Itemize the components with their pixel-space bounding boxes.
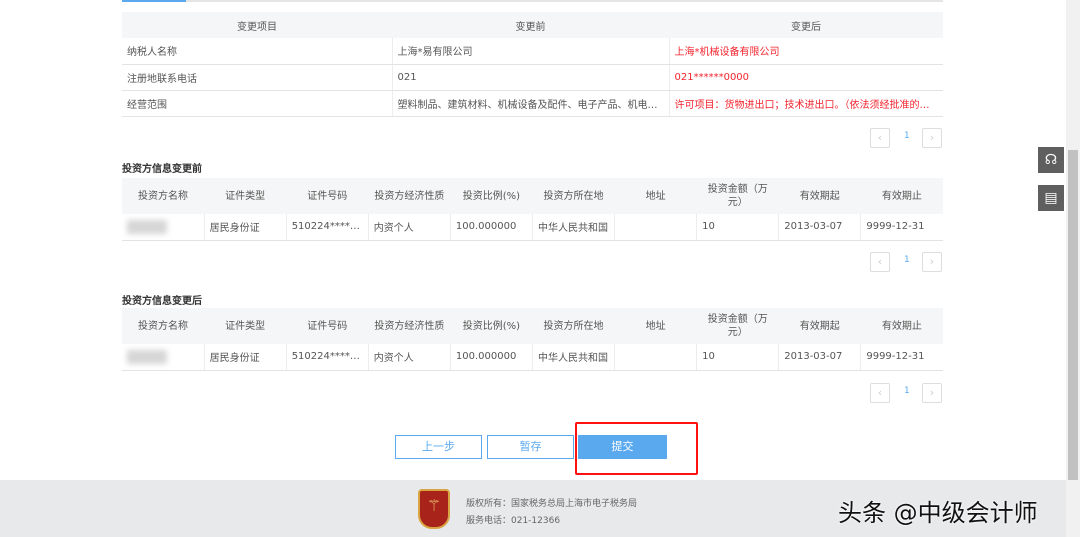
- col-header: 地址: [614, 308, 697, 344]
- col-header: 有效期止: [860, 178, 943, 214]
- cell: 居民身份证: [204, 344, 287, 371]
- page-number[interactable]: 1: [904, 131, 910, 141]
- previous-step-button[interactable]: 上一步: [395, 435, 482, 459]
- col-header: 有效期起: [778, 308, 861, 344]
- pagination: ‹ 1 ›: [870, 128, 943, 148]
- cell: [614, 214, 698, 241]
- col-header: 投资方经济性质: [368, 308, 451, 344]
- col-header: 投资金额（万元）: [696, 178, 779, 214]
- cell: 10: [696, 344, 780, 371]
- cell: [614, 344, 698, 371]
- tax-logo: ⚚: [418, 489, 450, 529]
- col-header: 证件类型: [204, 178, 287, 214]
- cell: 上海*机械设备有限公司: [669, 38, 943, 65]
- col-header: 变更前: [392, 12, 669, 38]
- footer: ⚚ 版权所有：国家税务总局上海市电子税务局 服务电话：021-12366 头条 …: [0, 480, 1066, 537]
- cell: 510224*******...: [286, 344, 369, 371]
- col-header: 变更后: [669, 12, 943, 38]
- table-row: 注册地联系电话 021 021******0000: [122, 64, 943, 91]
- col-header: 投资比例(%): [450, 308, 533, 344]
- col-header: 证件类型: [204, 308, 287, 344]
- book-icon[interactable]: ▤: [1038, 185, 1064, 211]
- cell: 中华人民共和国: [532, 344, 616, 371]
- next-page-button[interactable]: ›: [922, 383, 942, 403]
- headset-icon[interactable]: ☊: [1038, 147, 1064, 173]
- table-row: 纳税人名称 上海*易有限公司 上海*机械设备有限公司: [122, 38, 943, 65]
- col-header: 投资方经济性质: [368, 178, 451, 214]
- cell: 100.000000: [450, 214, 533, 241]
- col-header: 证件号码: [286, 178, 369, 214]
- col-header: 有效期起: [778, 178, 861, 214]
- copyright-text: 版权所有：国家税务总局上海市电子税务局: [466, 499, 638, 509]
- cell: 10: [696, 214, 780, 241]
- cell: 上海*易有限公司: [392, 38, 670, 65]
- cell: [122, 344, 205, 371]
- col-header: 投资金额（万元）: [696, 308, 779, 344]
- cell: 注册地联系电话: [122, 64, 393, 91]
- investor-after-table: 投资方名称 证件类型 证件号码 投资方经济性质 投资比例(%) 投资方所在地 地址 投资金额（…: [122, 308, 943, 371]
- change-table: 变更项目 变更前 变更后 纳税人名称 上海*易有限公司 上海*机械设备有限公司 注册地联…: [122, 12, 943, 117]
- cell: 许可项目：货物进出口；技术进出口。（依法须经批准的项...: [669, 90, 943, 117]
- col-header: 地址: [614, 178, 697, 214]
- cell: 中华人民共和国: [532, 214, 616, 241]
- prev-page-button[interactable]: ‹: [870, 128, 890, 148]
- page-number[interactable]: 1: [904, 386, 910, 396]
- col-header: 投资方名称: [122, 308, 205, 344]
- col-header: 有效期止: [860, 308, 943, 344]
- cell: 纳税人名称: [122, 38, 393, 65]
- cell: 2013-03-07: [778, 214, 862, 241]
- page-number[interactable]: 1: [904, 255, 910, 265]
- save-draft-button[interactable]: 暂存: [487, 435, 574, 459]
- cell: 塑料制品、建筑材料、机械设备及配件、电子产品、机电设...: [392, 90, 670, 117]
- cell: 经营范围: [122, 90, 393, 117]
- scrollbar-thumb[interactable]: [1068, 150, 1078, 480]
- cell: 100.000000: [450, 344, 533, 371]
- col-header: 投资方所在地: [532, 308, 615, 344]
- next-page-button[interactable]: ›: [922, 128, 942, 148]
- col-header: 投资比例(%): [450, 178, 533, 214]
- col-header: 投资方名称: [122, 178, 205, 214]
- scrollbar[interactable]: [1066, 0, 1080, 537]
- next-page-button[interactable]: ›: [922, 252, 942, 272]
- section-title: 投资方信息变更前: [122, 164, 202, 175]
- pagination: ‹ 1 ›: [870, 383, 943, 403]
- service-phone: 服务电话：021-12366: [466, 516, 561, 526]
- prev-page-button[interactable]: ‹: [870, 383, 890, 403]
- redacted-name: [127, 219, 167, 234]
- table-row: 居民身份证 510224*******... 内资个人 100.000000 中华人民共…: [122, 344, 943, 371]
- table-row: 居民身份证 510224*******... 内资个人 100.000000 中华人民共…: [122, 214, 943, 241]
- watermark: 头条 @中级会计师: [838, 499, 1038, 527]
- cell: 021******0000: [669, 64, 943, 91]
- col-header: 投资方所在地: [532, 178, 615, 214]
- pagination: ‹ 1 ›: [870, 252, 943, 272]
- col-header: 变更项目: [122, 12, 392, 38]
- cell: [122, 214, 205, 241]
- prev-page-button[interactable]: ‹: [870, 252, 890, 272]
- highlight-box: [575, 422, 698, 475]
- redacted-name: [127, 349, 167, 364]
- tab-underline: [122, 0, 943, 2]
- cell: 9999-12-31: [860, 344, 943, 371]
- cell: 内资个人: [368, 214, 451, 241]
- cell: 2013-03-07: [778, 344, 862, 371]
- cell: 9999-12-31: [860, 214, 943, 241]
- col-header: 证件号码: [286, 308, 369, 344]
- section-title: 投资方信息变更后: [122, 296, 202, 307]
- cell: 021: [392, 64, 670, 91]
- table-row: 经营范围 塑料制品、建筑材料、机械设备及配件、电子产品、机电设... 许可项目：货物…: [122, 90, 943, 117]
- cell: 510224*******...: [286, 214, 369, 241]
- cell: 居民身份证: [204, 214, 287, 241]
- investor-before-table: 投资方名称 证件类型 证件号码 投资方经济性质 投资比例(%) 投资方所在地 地址 投资金额（…: [122, 178, 943, 241]
- cell: 内资个人: [368, 344, 451, 371]
